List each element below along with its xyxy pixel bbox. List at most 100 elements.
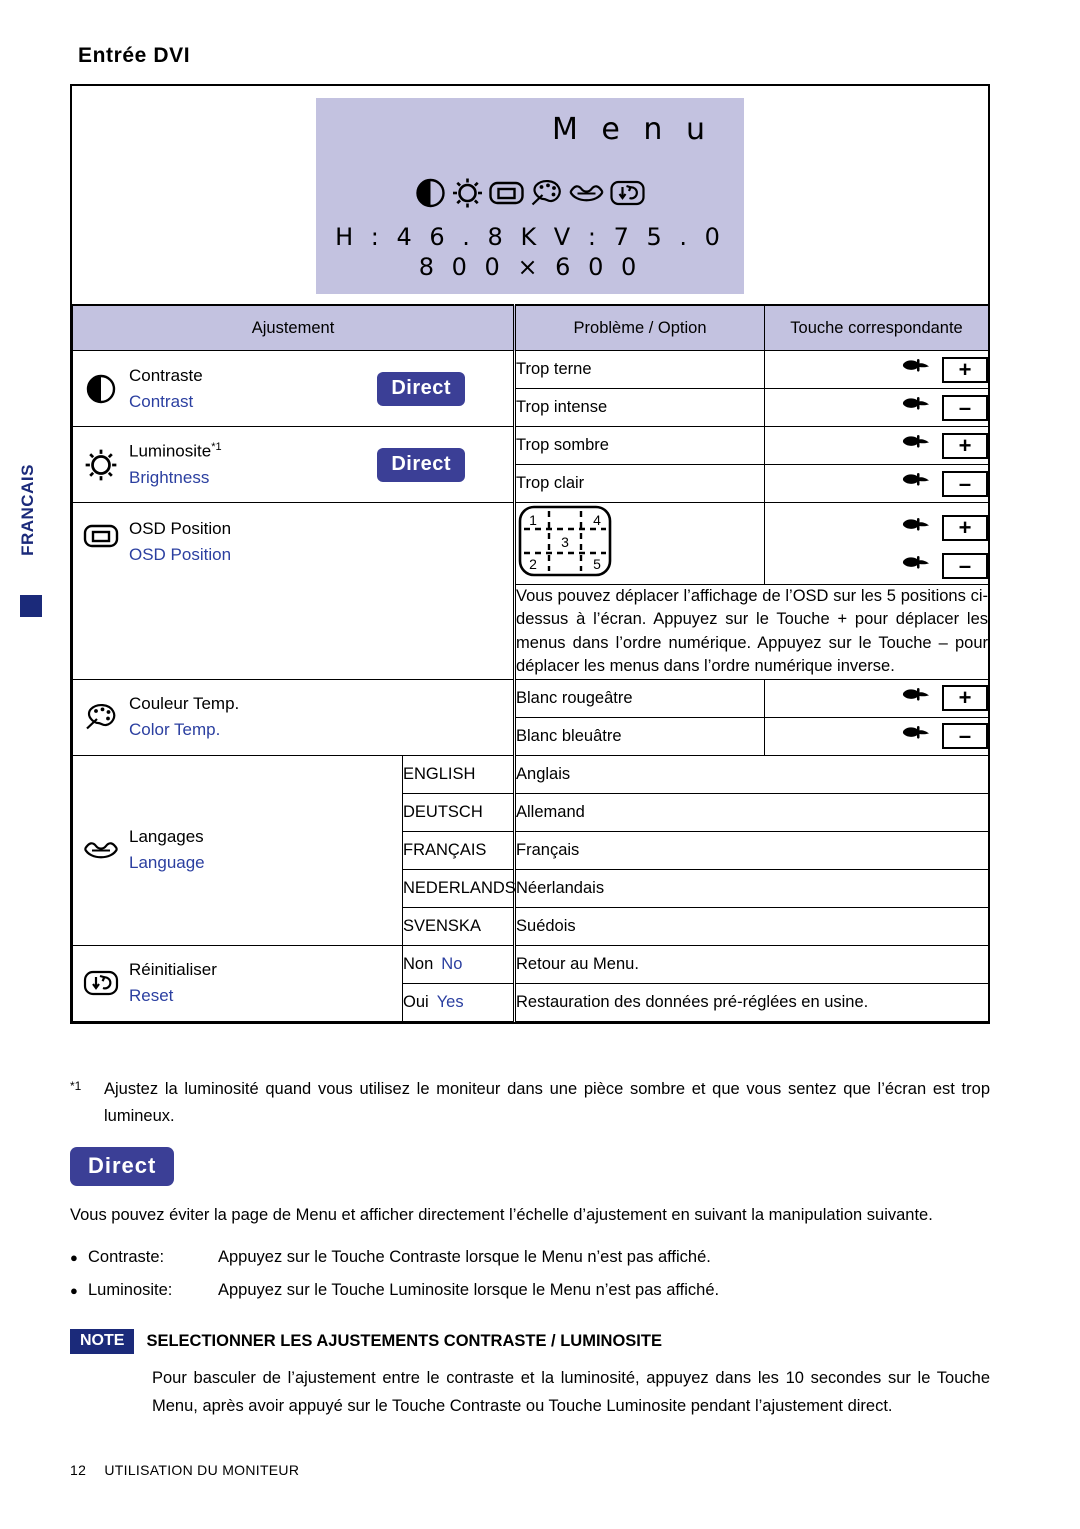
note-body: Pour basculer de l’ajustement entre le c… (152, 1368, 990, 1416)
problem-text: Trop terne (513, 350, 766, 389)
adjustment-name-fr: Couleur Temp. (129, 694, 240, 714)
osd-position-icon (73, 519, 129, 553)
adjustment-cell-reset: Réinitialiser Reset (72, 944, 403, 1022)
pointing-hand-icon (902, 724, 932, 749)
direct-badge-standalone-wrapper: Direct (70, 1129, 990, 1187)
key-plus[interactable]: + (942, 432, 989, 459)
osd-preview-wrapper: M e n u H: 4 6 . 8 K V: 7 5 . 0 8 0 0 … (72, 86, 988, 304)
option-value[interactable]: NEDERLANDS (401, 868, 516, 908)
adjustment-cell-contrast: Contraste Contrast Direct (71, 350, 516, 427)
osd-frequency-line: H : 4 6 . 8 K V : 7 5 . 0 (335, 223, 725, 251)
osd-icon-row (414, 176, 647, 210)
direct-badge[interactable]: Direct (377, 371, 466, 406)
key-plus[interactable]: + (942, 356, 989, 383)
adjustment-name-fr: Réinitialiser (129, 960, 217, 980)
option-value[interactable]: FRANÇAIS (401, 830, 516, 870)
adjustment-name-en: Color Temp. (129, 720, 221, 740)
header-adjustment: Ajustement (71, 304, 516, 351)
key-cell: – (764, 716, 990, 756)
key-label: – (958, 723, 972, 749)
key-row: – (902, 553, 989, 579)
bullet-term: Contraste: (88, 1248, 165, 1267)
direct-intro-text: Vous pouvez éviter la page de Menu et af… (70, 1206, 933, 1225)
svg-text:2: 2 (529, 556, 537, 572)
osd-menu-title: M e n u (552, 112, 712, 147)
table-row-color-temp: Couleur Temp. Color Temp. Blanc rougeâtr… (71, 678, 990, 756)
option-description: Suédois (513, 906, 990, 946)
adjustment-name-en: Language (129, 853, 205, 873)
reset-icon (73, 966, 129, 1000)
footer-page-number: 12 (70, 1462, 87, 1478)
key-minus[interactable]: – (942, 553, 989, 579)
key-label: – (958, 553, 972, 578)
bullet-icon: ● (70, 1282, 78, 1298)
problem-text: Trop sombre (513, 426, 766, 465)
option-value-en: Yes (436, 992, 464, 1011)
option-description: Retour au Menu. (513, 944, 990, 984)
below-table-content: *1 Ajustez la luminosité quand vous util… (70, 1076, 990, 1420)
key-cell: – (764, 464, 990, 503)
option-value-cell[interactable]: Non No (401, 944, 516, 984)
svg-text:3: 3 (561, 534, 569, 550)
key-row: + (902, 356, 989, 383)
key-plus[interactable]: + (942, 515, 989, 541)
key-minus[interactable]: – (942, 470, 989, 497)
table-row-reset: Réinitialiser Reset Non No Retour au Menu… (72, 944, 990, 1022)
key-cell: + – (764, 502, 990, 585)
key-minus[interactable]: – (942, 394, 989, 421)
option-value-cell[interactable]: Oui Yes (401, 982, 516, 1022)
option-description: Néerlandais (513, 868, 990, 908)
table-row-osd-position: OSD Position OSD Position 1 4 3 2 5 + – (71, 502, 990, 680)
key-minus[interactable]: – (942, 723, 989, 750)
note-block: NOTE SELECTIONNER LES AJUSTEMENTS CONTRA… (70, 1328, 990, 1421)
adjustment-cell-color-temp: Couleur Temp. Color Temp. (71, 678, 516, 756)
osd-position-diagram-cell: 1 4 3 2 5 (513, 502, 766, 585)
adjustment-table: Ajustement Problème / Option Touche corr… (71, 304, 990, 1022)
footnote-marker: *1 (211, 441, 222, 454)
option-value[interactable]: SVENSKA (401, 906, 516, 946)
list-item: ● Contraste: Appuyez sur le Touche Contr… (70, 1245, 990, 1270)
option-description: Français (513, 830, 990, 870)
key-label: + (958, 685, 972, 711)
option-value-en: No (441, 954, 463, 973)
direct-bullet-list: ● Contraste: Appuyez sur le Touche Contr… (70, 1245, 990, 1303)
adjustment-cell-brightness: Luminosite*1 Brightness Direct (71, 426, 516, 503)
note-tag: NOTE (70, 1328, 135, 1354)
key-row: – (902, 394, 989, 421)
table-row-brightness: Luminosite*1 Brightness Direct Trop somb… (71, 426, 990, 503)
adjustment-name-en: Reset (129, 986, 174, 1006)
problem-text: Trop intense (513, 388, 766, 427)
brightness-icon (451, 176, 485, 210)
bullet-description: Appuyez sur le Touche Contraste lorsque … (218, 1248, 711, 1267)
content-frame: M e n u H: 4 6 . 8 K V: 7 5 . 0 8 0 0 … (70, 84, 990, 1024)
option-value[interactable]: DEUTSCH (401, 792, 516, 832)
pointing-hand-icon (902, 357, 932, 382)
key-plus[interactable]: + (942, 685, 989, 712)
footnote: *1 Ajustez la luminosité quand vous util… (70, 1076, 990, 1129)
pointing-hand-icon (902, 433, 932, 458)
key-label: + (958, 515, 972, 540)
direct-badge[interactable]: Direct (377, 447, 466, 482)
reset-icon (609, 176, 647, 210)
problem-text: Blanc rougeâtre (513, 678, 766, 718)
key-label: + (958, 356, 972, 382)
key-cell: + (764, 678, 990, 718)
bullet-icon: ● (70, 1250, 78, 1266)
key-cell: + (764, 426, 990, 465)
note-title: SELECTIONNER LES AJUSTEMENTS CONTRASTE /… (146, 1331, 662, 1350)
table-header-row: Ajustement Problème / Option Touche corr… (71, 304, 990, 351)
osd-position-icon (488, 176, 526, 210)
option-description: Restauration des données pré-réglées en … (513, 982, 990, 1022)
pointing-hand-icon (902, 686, 932, 711)
pointing-hand-icon (902, 554, 932, 579)
adjustment-name-fr: OSD Position (129, 519, 232, 538)
osd-resolution-line: 8 0 0 × 6 0 0 (418, 253, 642, 281)
key-label: – (958, 470, 972, 496)
adjustment-name-fr: Contraste (129, 365, 203, 385)
footnote-marker: *1 (70, 1079, 82, 1093)
option-value[interactable]: ENGLISH (401, 754, 516, 794)
note-header: NOTE SELECTIONNER LES AJUSTEMENTS CONTRA… (70, 1328, 990, 1354)
language-side-tab: FRANCAIS (0, 430, 48, 630)
direct-badge[interactable]: Direct (70, 1147, 175, 1187)
key-row: + (902, 685, 989, 712)
